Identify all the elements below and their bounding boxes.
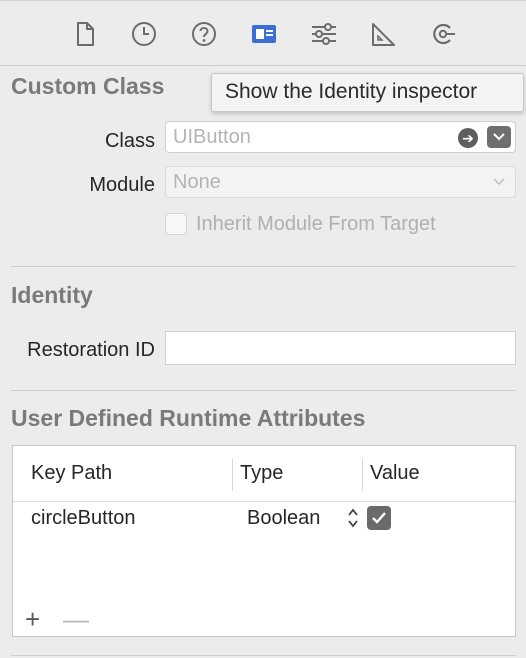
size-icon[interactable] bbox=[368, 19, 398, 49]
connections-icon[interactable] bbox=[428, 19, 458, 49]
column-separator bbox=[362, 459, 363, 491]
help-icon[interactable] bbox=[189, 19, 219, 49]
checkmark-icon bbox=[372, 512, 386, 524]
file-icon[interactable] bbox=[70, 19, 100, 49]
custom-class-title: Custom Class bbox=[11, 73, 165, 99]
inspector-toolbar bbox=[0, 0, 526, 66]
class-label: Class bbox=[104, 130, 155, 152]
chevron-down-icon[interactable] bbox=[487, 126, 511, 148]
class-field[interactable]: UIButton ➔ bbox=[165, 121, 516, 153]
column-value[interactable]: Value bbox=[370, 462, 420, 485]
column-type[interactable]: Type bbox=[240, 462, 283, 485]
module-placeholder: None bbox=[173, 171, 221, 193]
column-separator bbox=[232, 459, 233, 491]
module-label: Module bbox=[89, 174, 155, 196]
identity-inspector-tooltip: Show the Identity inspector bbox=[211, 73, 524, 112]
divider bbox=[11, 655, 516, 656]
class-placeholder: UIButton bbox=[173, 126, 251, 148]
chevron-down-icon bbox=[487, 171, 511, 193]
remove-attribute-button[interactable]: — bbox=[63, 606, 89, 632]
arrow-right-icon[interactable]: ➔ bbox=[458, 128, 478, 148]
inherit-module-label: Inherit Module From Target bbox=[196, 213, 436, 235]
add-attribute-button[interactable]: + bbox=[25, 606, 40, 632]
history-icon[interactable] bbox=[129, 19, 159, 49]
type-stepper-icon[interactable] bbox=[347, 507, 359, 529]
attributes-icon[interactable] bbox=[309, 19, 339, 49]
divider bbox=[11, 266, 516, 267]
column-key-path[interactable]: Key Path bbox=[31, 462, 112, 485]
runtime-attributes-table: Key Path Type Value circleButton Boolean… bbox=[12, 445, 516, 637]
header-divider bbox=[13, 501, 515, 502]
runtime-attributes-title: User Defined Runtime Attributes bbox=[11, 405, 366, 431]
restoration-id-label: Restoration ID bbox=[27, 339, 155, 361]
divider bbox=[11, 390, 516, 391]
inherit-module-checkbox bbox=[165, 213, 187, 235]
identity-title: Identity bbox=[11, 282, 93, 308]
identity-icon[interactable] bbox=[249, 19, 279, 49]
row-key-path[interactable]: circleButton bbox=[31, 507, 136, 530]
module-field: None bbox=[165, 166, 516, 198]
restoration-id-field[interactable] bbox=[165, 331, 516, 365]
row-type[interactable]: Boolean bbox=[247, 507, 320, 530]
value-checkbox[interactable] bbox=[367, 506, 391, 530]
